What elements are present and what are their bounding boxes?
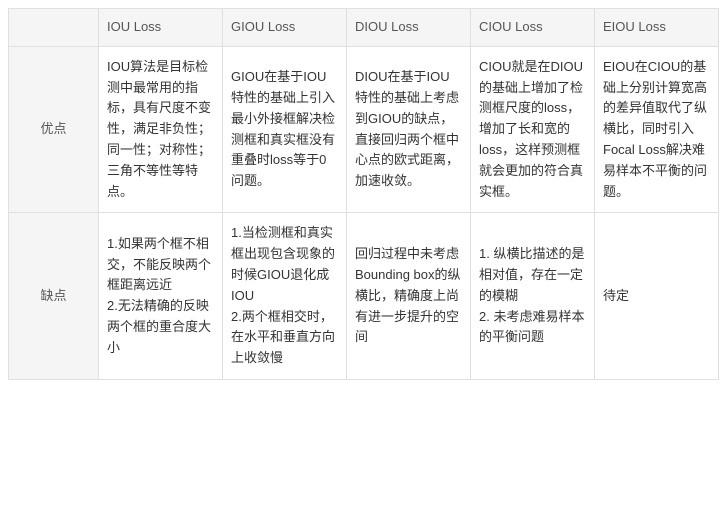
header-ciou: CIOU Loss [471, 9, 595, 47]
header-empty [9, 9, 99, 47]
cell-adv-eiou: EIOU在CIOU的基础上分别计算宽高的差异值取代了纵横比，同时引入Focal … [595, 46, 719, 213]
cell-dis-ciou: 1. 纵横比描述的是相对值，存在一定的模糊2. 未考虑难易样本的平衡问题 [471, 213, 595, 380]
row-label-disadvantages: 缺点 [9, 213, 99, 380]
header-eiou: EIOU Loss [595, 9, 719, 47]
cell-adv-diou: DIOU在基于IOU特性的基础上考虑到GIOU的缺点，直接回归两个框中心点的欧式… [347, 46, 471, 213]
table-header-row: IOU Loss GIOU Loss DIOU Loss CIOU Loss E… [9, 9, 719, 47]
cell-adv-giou: GIOU在基于IOU特性的基础上引入最小外接框解决检测框和真实框没有重叠时los… [223, 46, 347, 213]
header-iou: IOU Loss [99, 9, 223, 47]
table-row-advantages: 优点 IOU算法是目标检测中最常用的指标，具有尺度不变性，满足非负性；同一性；对… [9, 46, 719, 213]
cell-dis-giou: 1.当检测框和真实框出现包含现象的时候GIOU退化成IOU2.两个框相交时，在水… [223, 213, 347, 380]
cell-dis-eiou: 待定 [595, 213, 719, 380]
table-row-disadvantages: 缺点 1.如果两个框不相交，不能反映两个框距离远近2.无法精确的反映两个框的重合… [9, 213, 719, 380]
cell-dis-iou: 1.如果两个框不相交，不能反映两个框距离远近2.无法精确的反映两个框的重合度大小 [99, 213, 223, 380]
cell-dis-diou: 回归过程中未考虑Bounding box的纵横比，精确度上尚有进一步提升的空间 [347, 213, 471, 380]
row-label-advantages: 优点 [9, 46, 99, 213]
cell-adv-iou: IOU算法是目标检测中最常用的指标，具有尺度不变性，满足非负性；同一性；对称性；… [99, 46, 223, 213]
loss-comparison-table: IOU Loss GIOU Loss DIOU Loss CIOU Loss E… [8, 8, 719, 380]
cell-adv-ciou: CIOU就是在DIOU的基础上增加了检测框尺度的loss，增加了长和宽的loss… [471, 46, 595, 213]
header-giou: GIOU Loss [223, 9, 347, 47]
header-diou: DIOU Loss [347, 9, 471, 47]
